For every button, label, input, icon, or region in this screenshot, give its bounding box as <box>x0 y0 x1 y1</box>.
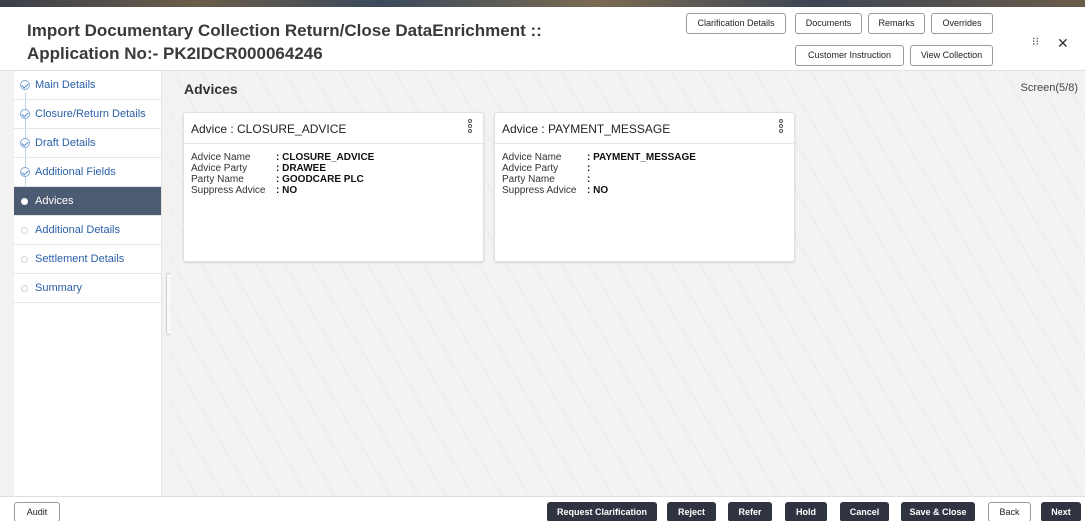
field-label: Advice Party <box>502 163 559 174</box>
clarification-details-button[interactable]: Clarification Details <box>686 13 786 34</box>
view-collection-button[interactable]: View Collection <box>910 45 993 66</box>
field-label: Advice Name <box>502 152 562 163</box>
card-header: Advice : PAYMENT_MESSAGE <box>495 113 794 144</box>
sidebar-nav: Main Details Closure/Return Details Draf… <box>14 71 162 496</box>
suppress-advice-row: Suppress Advice : NO <box>191 185 483 196</box>
advice-card-closure-advice: Advice : CLOSURE_ADVICE Advice Name : CL… <box>183 112 484 262</box>
minimize-icon[interactable]: ⁝⁝ <box>1032 35 1039 48</box>
party-name-row: Party Name : GOODCARE PLC <box>191 174 483 185</box>
card-body: Advice Name : PAYMENT_MESSAGE Advice Par… <box>495 144 794 196</box>
main-content: Advices Screen(5/8) Advice : CLOSURE_ADV… <box>170 71 1085 496</box>
field-value: : DRAWEE <box>276 163 326 174</box>
kebab-menu-icon[interactable] <box>779 119 783 135</box>
sidebar-item-label: Main Details <box>35 79 96 91</box>
sidebar-item-label: Additional Details <box>35 224 120 236</box>
sidebar-item-closure-return-details[interactable]: Closure/Return Details <box>14 100 161 129</box>
pending-dot-icon <box>21 227 28 234</box>
sidebar-item-label: Settlement Details <box>35 253 125 265</box>
back-button[interactable]: Back <box>988 502 1031 521</box>
field-value: : CLOSURE_ADVICE <box>276 152 375 163</box>
refer-button[interactable]: Refer <box>728 502 772 521</box>
party-name-row: Party Name : <box>502 174 794 185</box>
field-value: : NO <box>276 185 298 196</box>
check-icon <box>20 167 30 177</box>
application-number: Application No:- PK2IDCR000064246 <box>27 44 323 63</box>
save-close-button[interactable]: Save & Close <box>901 502 975 521</box>
footer-toolbar: Audit Request Clarification Reject Refer… <box>0 496 1085 521</box>
sidebar-item-label: Draft Details <box>35 137 96 149</box>
hold-button[interactable]: Hold <box>785 502 827 521</box>
field-value: : <box>587 163 591 174</box>
active-dot-icon <box>21 198 28 205</box>
field-label: Party Name <box>502 174 555 185</box>
pending-dot-icon <box>21 285 28 292</box>
page-title-line1: Import Documentary Collection Return/Clo… <box>27 21 542 40</box>
cancel-button[interactable]: Cancel <box>840 502 889 521</box>
sidebar-item-label: Summary <box>35 282 83 294</box>
advice-card-payment-message: Advice : PAYMENT_MESSAGE Advice Name : P… <box>494 112 795 262</box>
header: Import Documentary Collection Return/Clo… <box>0 7 1085 71</box>
sidebar-item-additional-details[interactable]: Additional Details <box>14 216 161 245</box>
check-icon <box>20 80 30 90</box>
sidebar-item-additional-fields[interactable]: Additional Fields <box>14 158 161 187</box>
card-body: Advice Name : CLOSURE_ADVICE Advice Part… <box>184 144 483 196</box>
section-title: Advices <box>184 81 238 97</box>
request-clarification-button[interactable]: Request Clarification <box>547 502 657 521</box>
field-label: Suppress Advice <box>502 185 577 196</box>
field-label: Party Name <box>191 174 244 185</box>
overrides-button[interactable]: Overrides <box>931 13 993 34</box>
kebab-menu-icon[interactable] <box>468 119 472 135</box>
card-title: Advice : CLOSURE_ADVICE <box>191 122 347 136</box>
advice-party-row: Advice Party : DRAWEE <box>191 163 483 174</box>
sidebar-item-label: Additional Fields <box>35 166 116 178</box>
customer-instruction-button[interactable]: Customer Instruction <box>795 45 904 66</box>
reject-button[interactable]: Reject <box>667 502 716 521</box>
close-icon[interactable]: ✕ <box>1057 35 1069 52</box>
sidebar-item-advices[interactable]: Advices <box>14 187 161 216</box>
field-value: : GOODCARE PLC <box>276 174 364 185</box>
check-icon <box>20 109 30 119</box>
field-label: Advice Party <box>191 163 248 174</box>
sidebar-item-settlement-details[interactable]: Settlement Details <box>14 245 161 274</box>
sidebar-item-label: Advices <box>35 195 74 207</box>
field-value: : <box>587 174 591 185</box>
field-value: : PAYMENT_MESSAGE <box>587 152 696 163</box>
field-label: Suppress Advice <box>191 185 266 196</box>
remarks-button[interactable]: Remarks <box>868 13 925 34</box>
field-label: Advice Name <box>191 152 251 163</box>
screen-indicator: Screen(5/8) <box>1020 82 1078 94</box>
documents-button[interactable]: Documents <box>795 13 862 34</box>
advice-name-row: Advice Name : PAYMENT_MESSAGE <box>502 152 794 163</box>
card-header: Advice : CLOSURE_ADVICE <box>184 113 483 144</box>
suppress-advice-row: Suppress Advice : NO <box>502 185 794 196</box>
sidebar-item-main-details[interactable]: Main Details <box>14 71 161 100</box>
pending-dot-icon <box>21 256 28 263</box>
advice-name-row: Advice Name : CLOSURE_ADVICE <box>191 152 483 163</box>
sidebar-item-summary[interactable]: Summary <box>14 274 161 303</box>
sidebar-item-label: Closure/Return Details <box>35 108 146 120</box>
field-value: : NO <box>587 185 609 196</box>
next-button[interactable]: Next <box>1041 502 1081 521</box>
check-icon <box>20 138 30 148</box>
page-title: Import Documentary Collection Return/Clo… <box>27 19 542 65</box>
sidebar-item-draft-details[interactable]: Draft Details <box>14 129 161 158</box>
audit-button[interactable]: Audit <box>14 502 60 521</box>
advice-party-row: Advice Party : <box>502 163 794 174</box>
top-banner <box>0 0 1085 7</box>
card-title: Advice : PAYMENT_MESSAGE <box>502 122 671 136</box>
